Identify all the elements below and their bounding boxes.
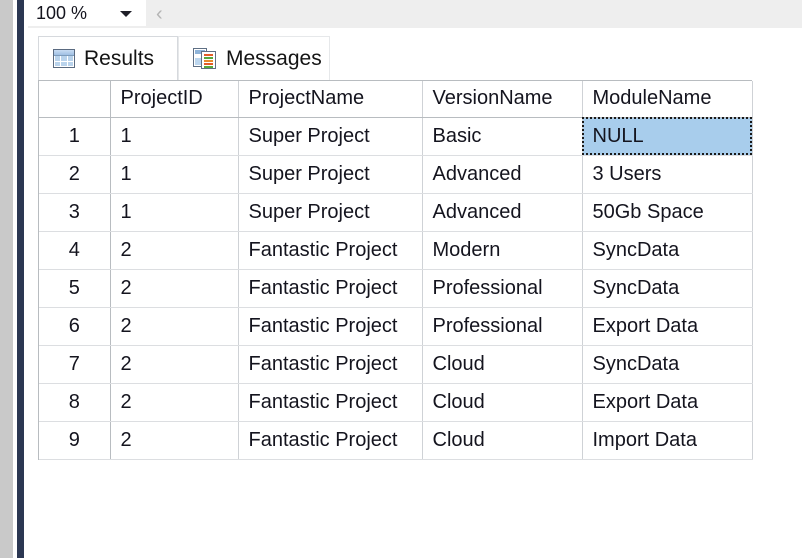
zoom-level-combobox[interactable]: 100 % (28, 0, 146, 26)
row-number[interactable]: 2 (39, 155, 111, 194)
row-number[interactable]: 8 (39, 383, 111, 422)
messages-report-icon (193, 48, 217, 69)
cell-projectname[interactable]: Fantastic Project (238, 231, 423, 270)
chevron-down-icon[interactable] (120, 11, 132, 17)
cell-versionname[interactable]: Advanced (422, 193, 583, 232)
cell-projectid[interactable]: 2 (110, 345, 239, 384)
cell-projectid[interactable]: 2 (110, 269, 239, 308)
results-grid-icon (53, 49, 75, 68)
left-gutter-strip (0, 0, 14, 558)
cell-projectname[interactable]: Super Project (238, 117, 423, 156)
cell-versionname[interactable]: Cloud (422, 421, 583, 460)
results-table: ProjectID ProjectName VersionName Module… (39, 81, 753, 460)
row-number[interactable]: 5 (39, 269, 111, 308)
toolbar-background (146, 0, 802, 28)
row-number[interactable]: 7 (39, 345, 111, 384)
cell-versionname[interactable]: Professional (422, 269, 583, 308)
table-row[interactable]: 4 2 Fantastic Project Modern SyncData (39, 231, 753, 270)
table-row[interactable]: 8 2 Fantastic Project Cloud Export Data (39, 383, 753, 422)
column-header-projectname[interactable]: ProjectName (238, 81, 423, 118)
tab-results[interactable]: Results (38, 36, 178, 80)
column-header-modulename[interactable]: ModuleName (582, 81, 753, 118)
cell-projectname[interactable]: Super Project (238, 193, 423, 232)
tab-messages[interactable]: Messages (178, 36, 330, 80)
cell-projectname[interactable]: Fantastic Project (238, 383, 423, 422)
cell-projectid[interactable]: 2 (110, 231, 239, 270)
cell-modulename[interactable]: SyncData (582, 345, 753, 384)
cell-projectid[interactable]: 2 (110, 383, 239, 422)
results-pane: 100 % ‹ Results Messages ProjectID Proje… (0, 0, 802, 558)
cell-projectid[interactable]: 1 (110, 155, 239, 194)
row-number[interactable]: 9 (39, 421, 111, 460)
cell-modulename[interactable]: SyncData (582, 269, 753, 308)
table-header-row: ProjectID ProjectName VersionName Module… (39, 81, 753, 118)
results-grid: ProjectID ProjectName VersionName Module… (38, 80, 753, 460)
cell-versionname[interactable]: Professional (422, 307, 583, 346)
row-number[interactable]: 4 (39, 231, 111, 270)
cell-modulename[interactable]: 3 Users (582, 155, 753, 194)
row-number[interactable]: 1 (39, 117, 111, 156)
cell-projectname[interactable]: Fantastic Project (238, 269, 423, 308)
cell-projectname[interactable]: Super Project (238, 155, 423, 194)
table-row[interactable]: 3 1 Super Project Advanced 50Gb Space (39, 193, 753, 232)
column-header-versionname[interactable]: VersionName (422, 81, 583, 118)
navigate-back-chevron-icon[interactable]: ‹ (156, 3, 163, 25)
cell-modulename[interactable]: Import Data (582, 421, 753, 460)
tab-messages-label: Messages (226, 47, 322, 70)
table-row[interactable]: 2 1 Super Project Advanced 3 Users (39, 155, 753, 194)
row-number[interactable]: 6 (39, 307, 111, 346)
cell-modulename[interactable]: SyncData (582, 231, 753, 270)
cell-modulename[interactable]: Export Data (582, 383, 753, 422)
table-row[interactable]: 1 1 Super Project Basic NULL (39, 117, 753, 156)
zoom-toolbar: 100 % ‹ (28, 0, 802, 28)
editor-selection-margin (17, 0, 24, 558)
cell-projectname[interactable]: Fantastic Project (238, 421, 423, 460)
cell-versionname[interactable]: Advanced (422, 155, 583, 194)
table-row[interactable]: 7 2 Fantastic Project Cloud SyncData (39, 345, 753, 384)
row-number[interactable]: 3 (39, 193, 111, 232)
cell-projectid[interactable]: 2 (110, 421, 239, 460)
cell-projectname[interactable]: Fantastic Project (238, 345, 423, 384)
cell-projectname[interactable]: Fantastic Project (238, 307, 423, 346)
cell-modulename[interactable]: 50Gb Space (582, 193, 753, 232)
table-row[interactable]: 9 2 Fantastic Project Cloud Import Data (39, 421, 753, 460)
cell-modulename[interactable]: Export Data (582, 307, 753, 346)
table-row[interactable]: 5 2 Fantastic Project Professional SyncD… (39, 269, 753, 308)
table-row[interactable]: 6 2 Fantastic Project Professional Expor… (39, 307, 753, 346)
cell-modulename[interactable]: NULL (582, 117, 753, 156)
cell-versionname[interactable]: Cloud (422, 345, 583, 384)
cell-versionname[interactable]: Modern (422, 231, 583, 270)
column-header-rownum[interactable] (39, 81, 111, 118)
content-column: 100 % ‹ Results Messages ProjectID Proje… (28, 0, 802, 558)
cell-versionname[interactable]: Cloud (422, 383, 583, 422)
cell-projectid[interactable]: 1 (110, 117, 239, 156)
results-tabstrip: Results Messages (28, 28, 802, 80)
cell-projectid[interactable]: 2 (110, 307, 239, 346)
cell-projectid[interactable]: 1 (110, 193, 239, 232)
tab-results-label: Results (84, 47, 155, 70)
cell-versionname[interactable]: Basic (422, 117, 583, 156)
column-header-projectid[interactable]: ProjectID (110, 81, 239, 118)
zoom-level-value: 100 % (36, 3, 88, 23)
